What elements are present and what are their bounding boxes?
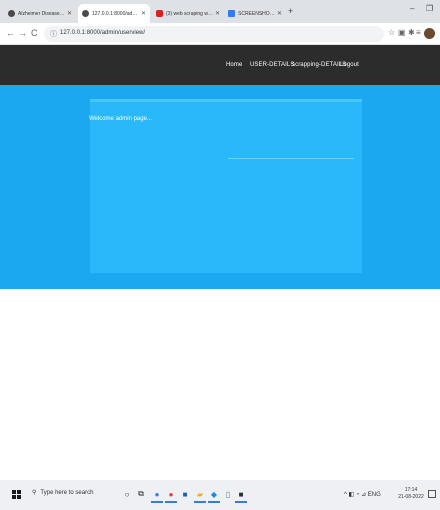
bookmark-star-icon[interactable]: ☆ <box>388 28 395 37</box>
tab-close-icon[interactable]: ✕ <box>67 10 72 17</box>
puzzle-icon[interactable]: ✱ <box>408 28 415 37</box>
profile-avatar-icon[interactable] <box>424 28 435 39</box>
nav-scrapping-details-link[interactable]: scrapping-DETAILS <box>292 62 346 68</box>
forward-button[interactable]: → <box>18 28 27 38</box>
notepad-icon[interactable]: ▯ <box>223 489 233 499</box>
welcome-text: Welcome admin page... <box>89 116 152 122</box>
browser-tab-strip: Alzheimer Disease Prediction u ✕ 127.0.0… <box>0 0 440 23</box>
chrome-icon[interactable]: ● <box>165 489 177 503</box>
divider-line <box>228 158 354 159</box>
notification-icon[interactable] <box>428 490 436 498</box>
tab-close-icon[interactable]: ✕ <box>141 10 146 17</box>
taskbar-search[interactable]: ⚲ Type here to search <box>32 489 93 496</box>
extension-icon[interactable]: ▣ <box>398 28 406 37</box>
browser-tab[interactable]: (3) web scraping with python ✕ <box>152 4 224 23</box>
content-panel: Welcome admin page... <box>89 99 362 273</box>
main-content-area: Welcome admin page... <box>0 85 440 289</box>
browser-toolbar: ← → C ⓘ 127.0.0.1:8000/admin/userview/ ☆… <box>0 23 440 45</box>
tab-label: SCREENSHOTS - Google Docs <box>238 10 275 17</box>
nav-logout-link[interactable]: Logout <box>340 62 359 68</box>
task-view-icon[interactable]: ⧉ <box>136 489 146 499</box>
cortana-icon[interactable]: ○ <box>122 489 132 499</box>
url-text[interactable]: 127.0.0.1:8000/admin/userview/ <box>60 30 145 36</box>
site-info-icon[interactable]: ⓘ <box>50 29 57 39</box>
vscode-icon[interactable]: ◆ <box>208 489 220 503</box>
search-placeholder: Type here to search <box>40 490 94 496</box>
nav-home-link[interactable]: Home <box>226 62 242 68</box>
browser-tab[interactable]: Alzheimer Disease Prediction u ✕ <box>4 4 76 23</box>
minimize-button[interactable]: – <box>410 4 414 13</box>
edge-icon[interactable]: ● <box>151 489 163 503</box>
tab-close-icon[interactable]: ✕ <box>215 10 220 17</box>
tab-label: Alzheimer Disease Prediction u <box>18 10 65 17</box>
search-icon: ⚲ <box>32 490 37 496</box>
windows-start-icon[interactable] <box>12 490 21 499</box>
store-icon[interactable]: ■ <box>180 489 190 499</box>
tab-label: (3) web scraping with python <box>166 10 213 17</box>
windows-taskbar: ⚲ Type here to search ○ ⧉ ● ● ■ ▰ ◆ ▯ ■ ^… <box>0 480 440 510</box>
restore-button[interactable]: ❐ <box>426 4 433 13</box>
google-docs-icon <box>228 10 235 17</box>
address-bar[interactable]: ⓘ 127.0.0.1:8000/admin/userview/ <box>44 26 384 42</box>
tab-label: 127.0.0.1:8000/admin/userview/ <box>92 10 139 17</box>
tab-close-icon[interactable]: ✕ <box>277 10 282 17</box>
clock-date: 21-08-2022 <box>398 494 424 500</box>
taskbar-clock[interactable]: 17:14 21-08-2022 <box>398 487 424 501</box>
clock-time: 17:14 <box>404 487 418 493</box>
reading-list-icon[interactable]: ≡ <box>416 28 421 37</box>
reload-button[interactable]: C <box>31 28 38 38</box>
back-button[interactable]: ← <box>6 28 15 38</box>
new-tab-button[interactable]: + <box>288 6 293 16</box>
system-tray[interactable]: ^ ◧ ◔ ⊿ ENG <box>344 491 381 498</box>
tab-favicon-icon <box>82 10 89 17</box>
browser-tab-active[interactable]: 127.0.0.1:8000/admin/userview/ ✕ <box>78 4 150 23</box>
file-explorer-icon[interactable]: ▰ <box>194 489 206 503</box>
site-navbar: Home USER-DETAILS scrapping-DETAILS Logo… <box>0 45 440 85</box>
youtube-icon <box>156 10 163 17</box>
tab-favicon-icon <box>8 10 15 17</box>
browser-tab[interactable]: SCREENSHOTS - Google Docs ✕ <box>224 4 286 23</box>
nav-user-details-link[interactable]: USER-DETAILS <box>250 62 294 68</box>
terminal-icon[interactable]: ■ <box>235 489 247 503</box>
